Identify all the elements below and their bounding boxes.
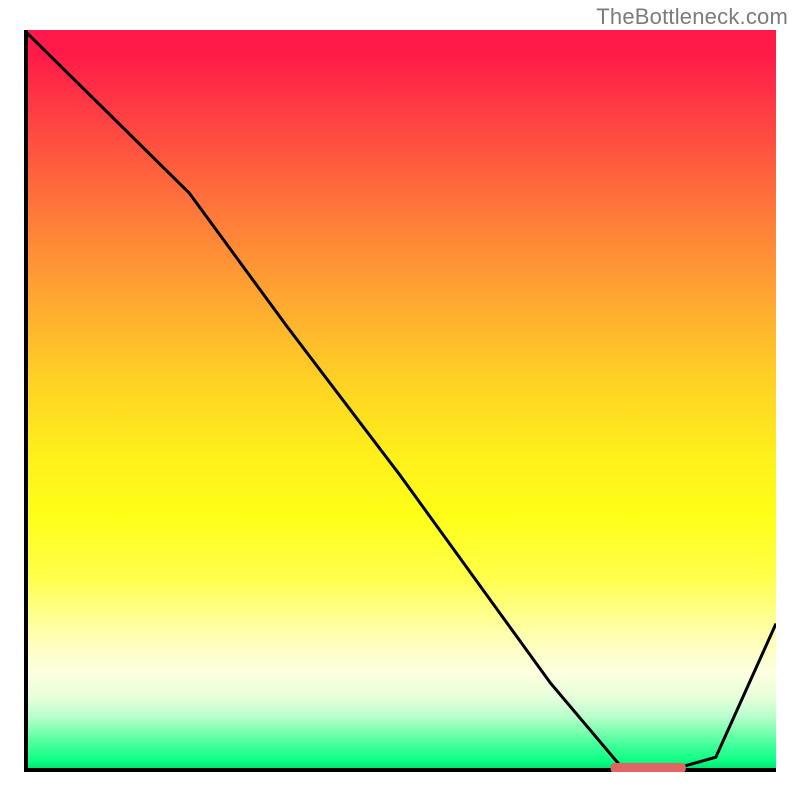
chart-curve-svg xyxy=(24,30,776,772)
chart-container: TheBottleneck.com xyxy=(0,0,800,800)
floor-marker xyxy=(611,763,686,772)
data-curve xyxy=(24,30,776,772)
attribution-text: TheBottleneck.com xyxy=(596,4,788,30)
plot-outer xyxy=(24,30,776,776)
